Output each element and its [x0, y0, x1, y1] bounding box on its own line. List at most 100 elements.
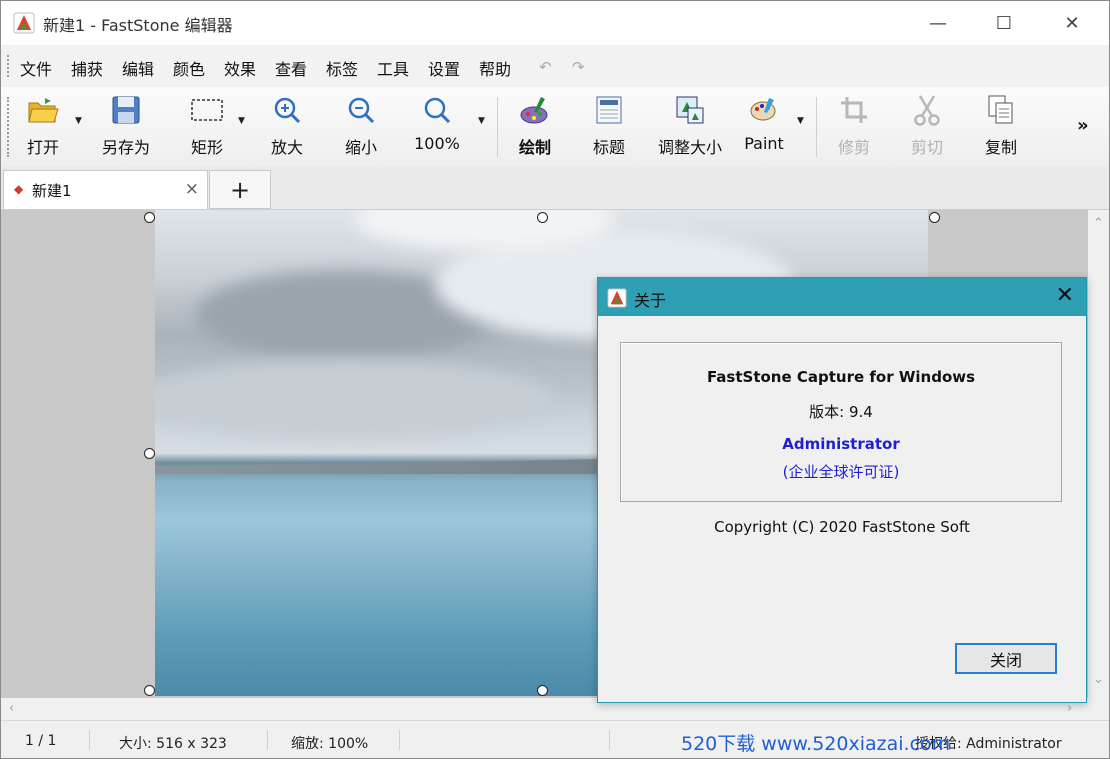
zoom-out-icon — [344, 93, 378, 127]
draw-label: 绘制 — [518, 138, 551, 157]
zoom-in-icon — [270, 93, 304, 127]
rectangle-dropdown-icon[interactable]: ▼ — [238, 116, 245, 126]
paint-label: Paint — [744, 134, 784, 153]
menu-view[interactable]: 查看 — [275, 56, 307, 80]
zoom-100-label: 100% — [414, 134, 460, 153]
site-watermark: 520下载 www.520xiazai.com — [681, 733, 951, 755]
toolbar-overflow-button[interactable]: » — [1077, 115, 1089, 136]
status-separator — [267, 730, 268, 750]
scroll-right-icon[interactable]: › — [1067, 701, 1072, 716]
zoom-dropdown-icon[interactable]: ▼ — [478, 116, 485, 126]
faststone-logo-icon — [607, 288, 627, 308]
copy-label: 复制 — [984, 138, 1017, 157]
menu-settings[interactable]: 设置 — [428, 56, 460, 80]
close-button[interactable]: ✕ — [1039, 1, 1105, 45]
zoom-level: 缩放: 100% — [291, 736, 369, 752]
modified-marker-icon: ◆ — [14, 182, 24, 196]
open-button[interactable]: 打开 — [21, 93, 65, 161]
cloud-shape — [155, 360, 555, 440]
dialog-title: 关于 — [634, 291, 667, 310]
crop-icon — [837, 93, 871, 127]
vertical-scrollbar[interactable]: ⌃ ⌄ — [1088, 210, 1109, 698]
status-separator — [399, 730, 400, 750]
status-separator — [609, 730, 610, 750]
crop-label: 修剪 — [837, 138, 870, 157]
menu-help[interactable]: 帮助 — [479, 56, 511, 80]
status-bar: 1 / 1 大小: 516 x 323 缩放: 100% 授权给: Admini… — [1, 720, 1109, 758]
product-name: FastStone Capture for Windows — [706, 368, 976, 386]
save-icon — [109, 93, 143, 127]
dialog-close-action-button[interactable]: 关闭 — [955, 643, 1057, 674]
resize-icon — [673, 93, 707, 127]
caption-label: 标题 — [592, 138, 625, 157]
copy-button[interactable]: 复制 — [981, 93, 1021, 161]
maximize-button[interactable]: ☐ — [971, 1, 1037, 45]
window-title: 新建1 - FastStone 编辑器 — [43, 16, 233, 35]
tab-label: 新建1 — [32, 182, 72, 200]
zoom-actual-icon — [420, 93, 454, 127]
toolbar-grip — [7, 97, 11, 157]
paint-button[interactable]: Paint — [741, 93, 787, 161]
zoom-in-button[interactable]: 放大 — [267, 93, 307, 161]
zoom-out-button[interactable]: 缩小 — [341, 93, 381, 161]
menu-edit[interactable]: 编辑 — [122, 56, 154, 80]
scissors-icon — [910, 93, 944, 127]
copyright-text: Copyright (C) 2020 FastStone Soft — [714, 518, 970, 536]
undo-icon[interactable]: ↶ — [539, 58, 552, 76]
info-frame: FastStone Capture for Windows 版本: 9.4 Ad… — [620, 342, 1062, 502]
license-type: (企业全球许可证) — [782, 463, 900, 481]
licensed-user: Administrator — [782, 435, 900, 453]
crop-button[interactable]: 修剪 — [835, 93, 873, 161]
toolbar: 打开 ▼ 另存为 矩形 ▼ 放大 缩小 100% ▼ 绘制 标题 调整大小 Pa… — [1, 87, 1109, 168]
menu-file[interactable]: 文件 — [20, 56, 52, 80]
resize-button[interactable]: 调整大小 — [653, 93, 727, 161]
cut-label: 剪切 — [910, 138, 943, 157]
status-separator — [89, 730, 90, 750]
title-bar[interactable]: 新建1 - FastStone 编辑器 — ☐ ✕ — [1, 1, 1109, 45]
menu-capture[interactable]: 捕获 — [71, 56, 103, 80]
menu-effects[interactable]: 效果 — [224, 56, 256, 80]
rectangle-select-button[interactable]: 矩形 — [183, 93, 231, 161]
dialog-title-bar[interactable]: 关于 ✕ — [598, 278, 1086, 316]
open-label: 打开 — [26, 138, 59, 157]
rectangle-select-icon — [190, 93, 224, 127]
menu-grip — [7, 55, 11, 77]
dialog-close-button[interactable]: ✕ — [1056, 283, 1074, 308]
tab-new1[interactable]: ◆ 新建1 × — [3, 170, 208, 209]
resize-handle[interactable] — [929, 212, 940, 223]
caption-icon — [592, 93, 626, 127]
scroll-down-icon[interactable]: ⌄ — [1093, 672, 1104, 687]
paint-palette-icon — [747, 93, 781, 127]
resize-handle[interactable] — [537, 212, 548, 223]
scroll-up-icon[interactable]: ⌃ — [1093, 216, 1104, 231]
cut-button[interactable]: 剪切 — [907, 93, 947, 161]
page-indicator: 1 / 1 — [25, 733, 57, 749]
open-folder-icon — [26, 93, 60, 127]
version-text: 版本: 9.4 — [809, 403, 873, 421]
about-dialog: 关于 ✕ FastStone Capture for Windows 版本: 9… — [597, 277, 1087, 703]
menu-tabs[interactable]: 标签 — [326, 56, 358, 80]
redo-icon[interactable]: ↷ — [572, 58, 585, 76]
add-tab-button[interactable]: + — [209, 170, 271, 209]
scroll-left-icon[interactable]: ‹ — [9, 701, 14, 716]
menu-tools[interactable]: 工具 — [377, 56, 409, 80]
toolbar-separator — [816, 97, 817, 157]
resize-handle[interactable] — [144, 685, 155, 696]
save-as-button[interactable]: 另存为 — [97, 93, 155, 161]
menu-colors[interactable]: 颜色 — [173, 56, 205, 80]
image-size: 大小: 516 x 323 — [119, 736, 227, 752]
resize-handle[interactable] — [537, 685, 548, 696]
resize-handle[interactable] — [144, 448, 155, 459]
draw-palette-icon — [518, 93, 552, 127]
minimize-button[interactable]: — — [905, 1, 971, 45]
resize-handle[interactable] — [144, 212, 155, 223]
zoom-out-label: 缩小 — [344, 138, 377, 157]
tab-close-button[interactable]: × — [185, 179, 199, 199]
save-as-label: 另存为 — [101, 138, 150, 157]
caption-button[interactable]: 标题 — [589, 93, 629, 161]
paint-dropdown-icon[interactable]: ▼ — [797, 116, 804, 126]
draw-button[interactable]: 绘制 — [514, 93, 556, 161]
open-dropdown-icon[interactable]: ▼ — [75, 116, 82, 126]
resize-label: 调整大小 — [657, 138, 722, 157]
zoom-100-button[interactable]: 100% — [409, 93, 465, 161]
